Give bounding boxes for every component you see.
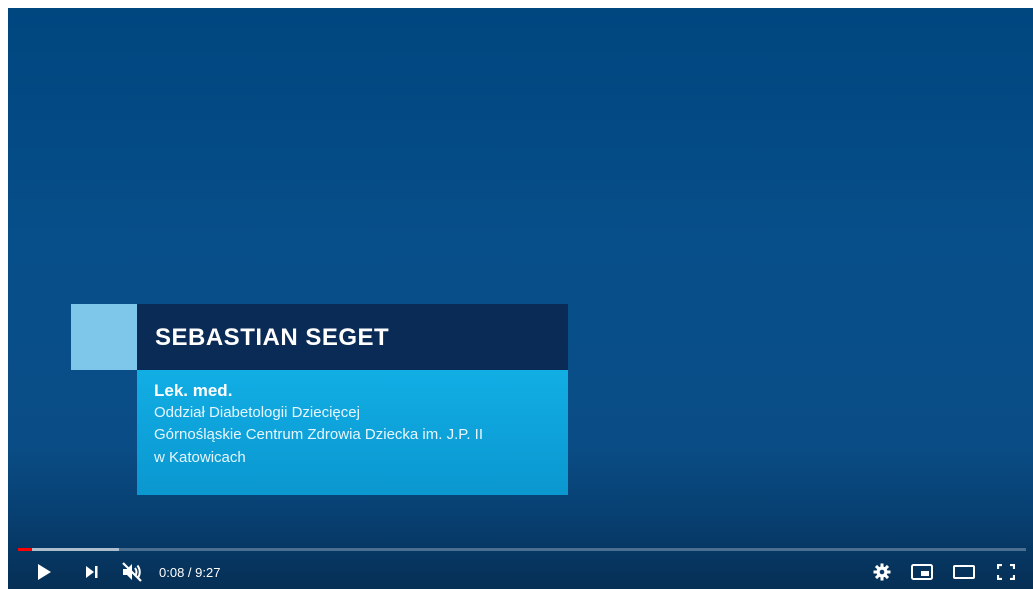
speaker-city: w Katowicach [154, 449, 246, 466]
progress-bar[interactable] [18, 548, 1026, 551]
name-bar: SEBASTIAN SEGET [137, 304, 568, 370]
time-separator: / [184, 565, 196, 580]
player-controls: 0:08 / 9:27 [8, 556, 1033, 589]
fullscreen-icon [997, 564, 1015, 580]
miniplayer-icon [911, 564, 933, 580]
duration: 9:27 [195, 565, 221, 580]
time-display: 0:08 / 9:27 [159, 565, 220, 580]
miniplayer-button[interactable] [908, 560, 936, 584]
speaker-department: Oddział Diabetologii Dziecięcej [154, 404, 360, 421]
speaker-info-box: Lek. med. Oddział Diabetologii Dziecięce… [137, 370, 568, 495]
theater-mode-icon [953, 565, 975, 579]
next-icon [84, 565, 100, 579]
progress-played [18, 548, 32, 551]
speaker-institution: Górnośląskie Centrum Zdrowia Dziecka im.… [154, 426, 483, 443]
next-button[interactable] [78, 560, 106, 584]
speaker-title: Lek. med. [154, 381, 233, 400]
video-player[interactable]: SEBASTIAN SEGET Lek. med. Oddział Diabet… [8, 8, 1033, 589]
accent-square [71, 304, 137, 370]
progress-buffered [18, 548, 119, 551]
theater-mode-button[interactable] [950, 560, 978, 584]
settings-button[interactable] [868, 560, 896, 584]
current-time: 0:08 [159, 565, 185, 580]
volume-muted-icon [121, 562, 143, 582]
settings-gear-icon [873, 563, 891, 581]
mute-button[interactable] [118, 560, 146, 584]
speaker-name: SEBASTIAN SEGET [155, 324, 390, 351]
play-icon [35, 563, 53, 581]
play-button[interactable] [30, 560, 58, 584]
fullscreen-button[interactable] [992, 560, 1020, 584]
